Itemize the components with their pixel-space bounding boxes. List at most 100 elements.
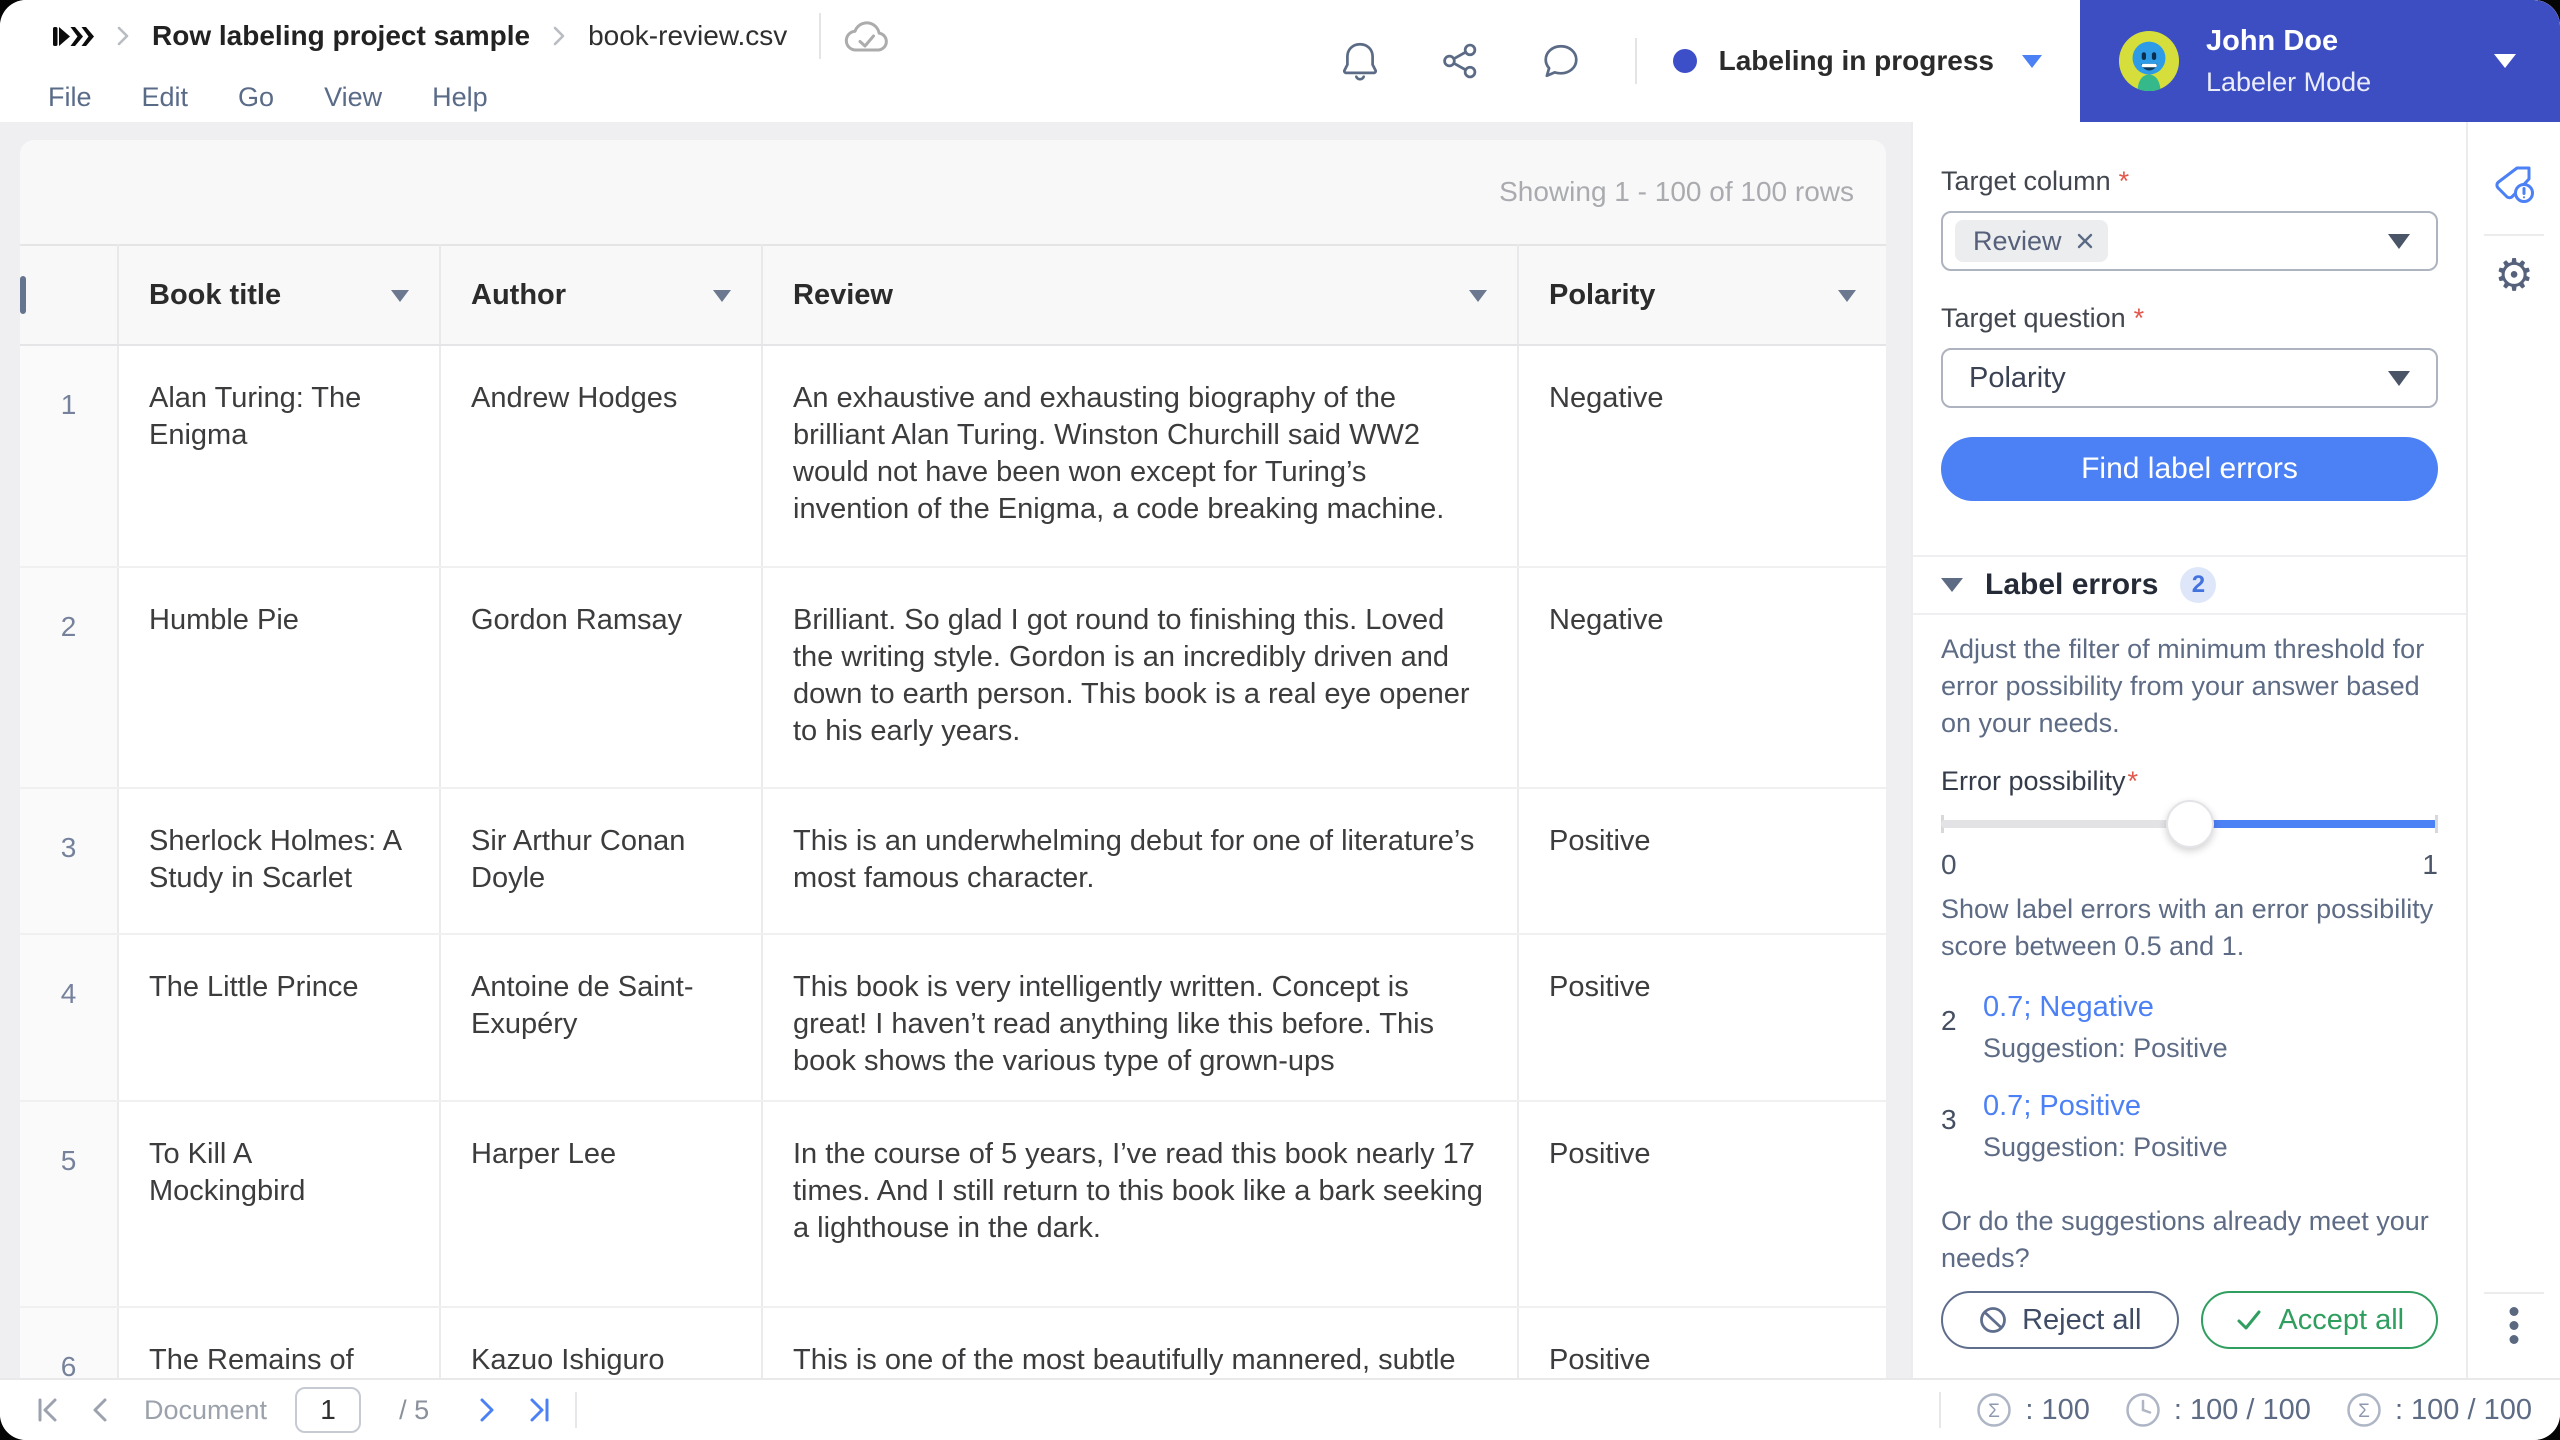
column-header-author: Author: [440, 244, 763, 346]
chip-label: Review: [1973, 225, 2062, 256]
status-label[interactable]: Labeling in progress: [1719, 45, 1994, 77]
slider-help-text: Show label errors with an error possibil…: [1941, 894, 2434, 961]
user-dropdown-icon[interactable]: [2494, 54, 2516, 68]
breadcrumb-project[interactable]: Row labeling project sample: [152, 20, 530, 52]
cell-review: In the course of 5 years, I’ve read this…: [762, 1101, 1519, 1308]
cell-review: Brilliant. So glad I got round to finish…: [762, 567, 1519, 789]
app-logo-icon[interactable]: [52, 21, 94, 52]
chevron-right-icon: [552, 25, 566, 47]
cell-review: This book is very intelligently written.…: [762, 934, 1519, 1102]
table-row[interactable]: 6 The Remains of The Kazuo Ishiguro This…: [20, 1307, 1886, 1378]
reviewed-rows-counter: Σ : 100 / 100: [2345, 1391, 2532, 1429]
cell-book-title: To Kill A Mockingbird: [118, 1101, 441, 1308]
column-filter-icon[interactable]: [1469, 290, 1487, 302]
last-page-button[interactable]: [523, 1395, 553, 1425]
total-rows-counter: Σ : 100: [1975, 1391, 2090, 1429]
cell-polarity: Positive: [1518, 1101, 1886, 1308]
notifications-bell-icon[interactable]: [1341, 40, 1379, 82]
slider-track-left[interactable]: [1941, 820, 2190, 828]
slider-max-tick: [2435, 815, 2438, 833]
first-page-button[interactable]: [34, 1395, 64, 1425]
column-filter-icon[interactable]: [1838, 290, 1856, 302]
select-all-checkbox[interactable]: [20, 275, 26, 314]
table-row[interactable]: 5 To Kill A Mockingbird Harper Lee In th…: [20, 1101, 1886, 1308]
slider-track-right[interactable]: [2189, 820, 2438, 828]
settings-gear-icon[interactable]: ⚙: [2494, 254, 2533, 298]
threshold-description: Adjust the filter of minimum threshold f…: [1941, 634, 2425, 738]
cell-book-title: Humble Pie: [118, 567, 441, 789]
svg-text:Σ: Σ: [1989, 1401, 2001, 1422]
label-errors-tool-icon[interactable]: [2491, 162, 2537, 208]
right-toolbar-rail: ⚙: [2466, 122, 2560, 1378]
divider: [2484, 234, 2544, 236]
cell-review: An exhaustive and exhausting biography o…: [762, 345, 1519, 568]
cell-polarity: Positive: [1518, 934, 1886, 1102]
required-asterisk: *: [2133, 303, 2145, 333]
error-score-link[interactable]: 0.7; Positive: [1983, 1090, 2228, 1123]
row-number: 6: [20, 1307, 119, 1378]
required-asterisk: *: [2127, 766, 2139, 796]
select-dropdown-icon[interactable]: [2388, 371, 2410, 386]
error-row-number: 3: [1941, 1104, 1957, 1135]
column-label: Author: [471, 278, 567, 311]
cell-author: Harper Lee: [440, 1101, 763, 1308]
user-mode: Labeler Mode: [2206, 66, 2372, 97]
column-header-polarity: Polarity: [1518, 244, 1886, 346]
error-possibility-slider[interactable]: [1941, 800, 2438, 848]
cell-author: Antoine de Saint-Exupéry: [440, 934, 763, 1102]
errors-count-badge: 2: [2180, 567, 2217, 603]
column-filter-icon[interactable]: [391, 290, 409, 302]
counter-value: : 100 / 100: [2394, 1393, 2532, 1426]
menu-item-help[interactable]: Help: [432, 82, 488, 113]
table-row[interactable]: 3 Sherlock Holmes: A Study in Scarlet Si…: [20, 788, 1886, 935]
target-column-select[interactable]: Review: [1941, 211, 2438, 271]
status-dropdown-icon[interactable]: [2022, 54, 2042, 68]
table-row[interactable]: 2 Humble Pie Gordon Ramsay Brilliant. So…: [20, 567, 1886, 789]
collapse-section-icon[interactable]: [1941, 578, 1963, 592]
error-score-link[interactable]: 0.7; Negative: [1983, 991, 2228, 1024]
ban-icon: [1980, 1307, 2007, 1333]
menu-item-edit[interactable]: Edit: [142, 82, 189, 113]
reject-all-button[interactable]: Reject all: [1941, 1291, 2179, 1349]
divider: [1939, 1392, 1942, 1428]
slider-handle[interactable]: [2165, 800, 2214, 848]
share-icon[interactable]: [1441, 42, 1479, 80]
suggestions-question: Or do the suggestions already meet your …: [1941, 1206, 2429, 1273]
divider: [1913, 613, 2466, 615]
cell-author: Andrew Hodges: [440, 345, 763, 568]
required-asterisk: *: [2118, 166, 2130, 196]
avatar: [2118, 30, 2180, 92]
more-options-kebab-icon[interactable]: [2509, 1307, 2519, 1344]
menu-item-go[interactable]: Go: [238, 82, 274, 113]
target-column-label: Target column *: [1941, 166, 2130, 196]
column-filter-icon[interactable]: [713, 290, 731, 302]
selected-column-chip[interactable]: Review: [1955, 220, 2108, 262]
table-header-row: Book title Author Review Polarity: [20, 244, 1886, 346]
cell-book-title: The Remains of The: [118, 1307, 441, 1378]
table-row[interactable]: 4 The Little Prince Antoine de Saint-Exu…: [20, 934, 1886, 1102]
target-question-label: Target question *: [1941, 303, 2145, 333]
cell-polarity: Positive: [1518, 788, 1886, 935]
target-question-select[interactable]: Polarity: [1941, 348, 2438, 408]
svg-text:Σ: Σ: [2358, 1401, 2370, 1422]
table-row[interactable]: 1 Alan Turing: The Enigma Andrew Hodges …: [20, 345, 1886, 568]
accept-all-button[interactable]: Accept all: [2200, 1291, 2438, 1349]
page-number-input[interactable]: [295, 1387, 362, 1433]
find-label-errors-button[interactable]: Find label errors: [1941, 437, 2438, 501]
column-header-review: Review: [762, 244, 1519, 346]
select-value: Polarity: [1969, 361, 2066, 394]
error-suggestion: Suggestion: Positive: [1983, 1033, 2228, 1063]
chip-remove-icon[interactable]: [2076, 232, 2094, 250]
rows-count-label: Showing 1 - 100 of 100 rows: [1499, 176, 1854, 207]
error-list-item: 2 0.7; Negative Suggestion: Positive: [1941, 991, 2438, 1064]
select-dropdown-icon[interactable]: [2388, 234, 2410, 249]
section-title: Label errors: [1985, 568, 2159, 601]
user-panel[interactable]: John Doe Labeler Mode: [2080, 0, 2560, 122]
counter-value: : 100: [2025, 1393, 2090, 1426]
next-page-button[interactable]: [471, 1395, 501, 1425]
chat-icon[interactable]: [1541, 41, 1581, 81]
counter-value: : 100 / 100: [2173, 1393, 2311, 1426]
menu-item-file[interactable]: File: [48, 82, 92, 113]
previous-page-button[interactable]: [86, 1395, 116, 1425]
menu-item-view[interactable]: View: [324, 82, 382, 113]
